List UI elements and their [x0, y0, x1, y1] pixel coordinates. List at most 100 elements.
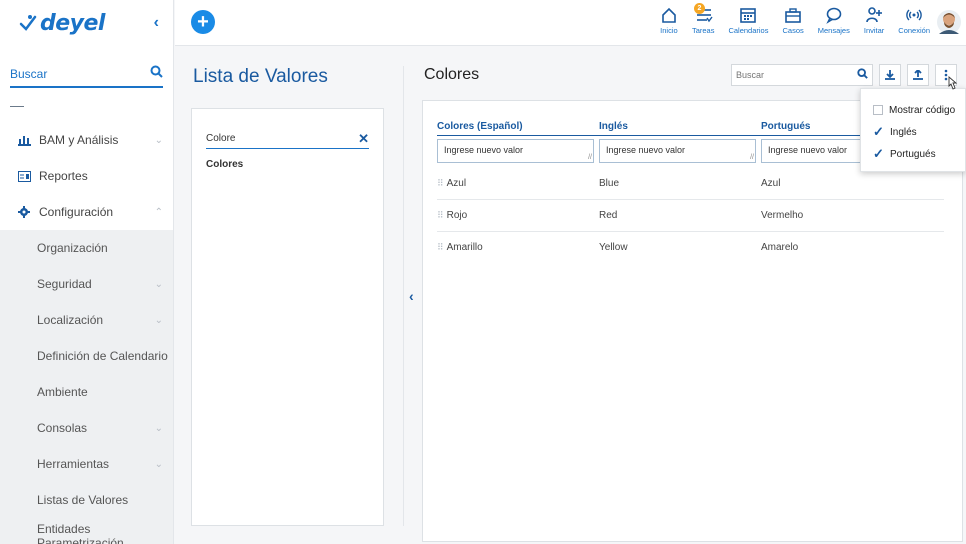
chevron-down-icon: ⌄	[154, 134, 163, 146]
panel-divider	[403, 66, 404, 526]
sidebar-menu: BAM y Análisis ⌄ Reportes Configuración …	[0, 122, 173, 544]
menu-item-label: Inglés	[890, 126, 917, 138]
sidebar-search-input[interactable]	[10, 67, 130, 81]
nav-label: Inicio	[660, 26, 678, 35]
nav-tareas[interactable]: 2 Tareas	[691, 3, 715, 35]
cell-en: Red	[599, 210, 618, 221]
checkbox-unchecked[interactable]	[873, 105, 883, 115]
collapse-sidebar-button[interactable]: ‹	[154, 14, 159, 32]
table-row[interactable]: ⠿ Azul Blue Azul	[437, 168, 944, 200]
download-button[interactable]	[879, 64, 901, 86]
new-value-input-en[interactable]: Ingrese nuevo valor //	[599, 139, 756, 163]
menu-item-label: Portugués	[890, 148, 936, 160]
sidebar-divider	[10, 106, 24, 107]
menu-item-mostrar-codigo[interactable]: Mostrar código	[861, 99, 965, 121]
nav-conexion[interactable]: Conexión	[898, 6, 930, 35]
detail-search-input[interactable]	[736, 70, 836, 80]
bar-chart-icon	[18, 135, 32, 146]
nav-label: Conexión	[898, 26, 930, 35]
drag-handle-icon[interactable]: ⠿	[437, 178, 444, 188]
drag-handle-icon[interactable]: ⠿	[437, 210, 444, 220]
sidebar-subitem-label: Ambiente	[37, 385, 88, 399]
sidebar-item-configuracion[interactable]: Configuración ⌃	[0, 194, 173, 230]
sidebar-subitem-consolas[interactable]: Consolas ⌄	[0, 410, 173, 446]
sidebar-subitem-listas-valores[interactable]: Listas de Valores	[0, 482, 173, 518]
gear-icon	[18, 206, 32, 218]
sidebar-subitem-label: Organización	[37, 241, 108, 255]
nav-label: Invitar	[863, 26, 885, 35]
nav-invitar[interactable]: Invitar	[864, 6, 884, 35]
list-item[interactable]: Colores	[206, 159, 369, 170]
nav-label: Tareas	[691, 26, 715, 35]
new-button[interactable]: +	[191, 10, 215, 34]
configuracion-submenu: Organización Seguridad ⌄ Localización ⌄ De…	[0, 230, 173, 544]
column-header[interactable]: Portugués	[761, 121, 810, 132]
logo-row: deyel ‹	[0, 0, 173, 46]
menu-item-portugues[interactable]: ✓ Portugués	[861, 143, 965, 165]
top-bar: + Inicio 2 Tareas Calendarios Casos Mens…	[175, 0, 966, 46]
chevron-left-icon[interactable]: ‹	[409, 288, 414, 304]
new-value-input-es[interactable]: Ingrese nuevo valor //	[437, 139, 594, 163]
value-lists-panel: Colore ✕ Colores	[191, 108, 384, 526]
sidebar-subitem-organizacion[interactable]: Organización	[0, 230, 173, 266]
home-icon	[662, 7, 676, 23]
calendar-icon	[740, 8, 757, 23]
nav-label: Calendarios	[728, 26, 769, 35]
sidebar-subitem-label: Herramientas	[37, 457, 110, 471]
deyel-logo[interactable]: deyel	[18, 11, 105, 36]
search-icon[interactable]	[150, 65, 163, 83]
chevron-up-icon: ⌃	[154, 206, 163, 218]
menu-item-label: Mostrar código	[889, 104, 956, 116]
clear-filter-icon[interactable]: ✕	[358, 131, 369, 147]
sidebar-subitem-localizacion[interactable]: Localización ⌄	[0, 302, 173, 338]
column-header[interactable]: Inglés	[599, 121, 628, 132]
detail-search[interactable]	[731, 64, 873, 86]
sidebar-search[interactable]	[10, 62, 163, 88]
table-row[interactable]: ⠿ Amarillo Yellow Amarelo	[437, 232, 944, 264]
menu-item-ingles[interactable]: ✓ Inglés	[861, 121, 965, 143]
download-icon	[885, 70, 895, 80]
columns-dropdown-menu: Mostrar código ✓ Inglés ✓ Portugués	[860, 88, 966, 172]
checkmark-icon[interactable]: ✓	[873, 124, 887, 140]
input-placeholder: Ingrese nuevo valor	[606, 145, 686, 155]
sidebar-item-reportes[interactable]: Reportes	[0, 158, 173, 194]
cell-en: Blue	[599, 178, 620, 189]
cell-pt: Azul	[761, 178, 781, 189]
chat-icon	[826, 7, 842, 24]
search-icon[interactable]	[857, 66, 868, 84]
sidebar: deyel ‹ BAM y Análisis ⌄ Reportes	[0, 0, 174, 544]
user-avatar[interactable]	[936, 8, 962, 36]
tasks-badge: 2	[693, 3, 705, 14]
cell-text: Amarillo	[446, 242, 483, 253]
cell-en: Yellow	[599, 242, 628, 253]
upload-button[interactable]	[907, 64, 929, 86]
value-list-filter-value[interactable]: Colore	[206, 133, 235, 144]
resize-handle-icon[interactable]: //	[588, 154, 592, 161]
sidebar-subitem-herramientas[interactable]: Herramientas ⌄	[0, 446, 173, 482]
sidebar-subitem-label: Consolas	[37, 421, 88, 435]
chevron-down-icon: ⌄	[154, 458, 163, 470]
value-list-filter[interactable]: Colore ✕	[206, 129, 369, 149]
resize-handle-icon[interactable]: //	[750, 154, 754, 161]
cell-text: Azul	[446, 178, 467, 189]
input-placeholder: Ingrese nuevo valor	[768, 145, 848, 155]
sidebar-item-bam[interactable]: BAM y Análisis ⌄	[0, 122, 173, 158]
drag-handle-icon[interactable]: ⠿	[437, 242, 444, 252]
table-row[interactable]: ⠿ Rojo Red Vermelho	[437, 200, 944, 232]
mouse-pointer-icon	[948, 76, 958, 90]
cell-es: ⠿ Rojo	[437, 210, 467, 221]
sidebar-subitem-calendario[interactable]: Definición de Calendario	[0, 338, 173, 374]
sidebar-subitem-seguridad[interactable]: Seguridad ⌄	[0, 266, 173, 302]
nav-calendarios[interactable]: Calendarios	[728, 6, 768, 35]
nav-mensajes[interactable]: Mensajes	[818, 6, 850, 35]
sidebar-subitem-entidades[interactable]: Entidades Parametrización	[0, 518, 173, 544]
column-header[interactable]: Colores (Español)	[437, 121, 523, 132]
sidebar-subitem-ambiente[interactable]: Ambiente	[0, 374, 173, 410]
chevron-down-icon: ⌄	[154, 422, 163, 434]
sidebar-subitem-label: Entidades Parametrización	[37, 522, 124, 544]
checkmark-icon[interactable]: ✓	[873, 146, 887, 162]
logo-text: deyel	[40, 10, 105, 36]
nav-casos[interactable]: Casos	[782, 6, 804, 35]
nav-inicio[interactable]: Inicio	[660, 6, 678, 35]
sidebar-item-label: Reportes	[39, 169, 88, 183]
